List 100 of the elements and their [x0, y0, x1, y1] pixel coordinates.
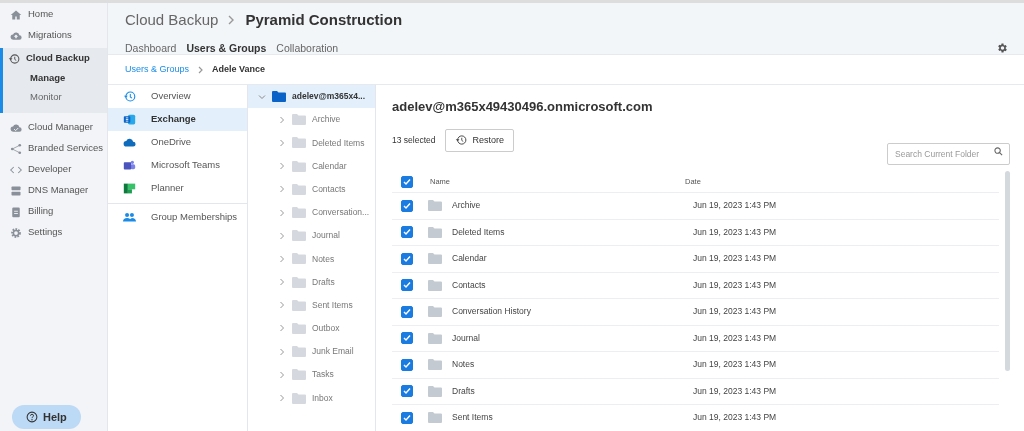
tree-item[interactable]: Inbox [248, 386, 375, 410]
chevron-icon [278, 370, 286, 379]
checkbox[interactable] [401, 252, 413, 265]
cloud-icon [123, 136, 136, 149]
sidebar-item[interactable]: Cloud Manager [3, 117, 107, 138]
tree-item[interactable]: Deleted Items [248, 131, 375, 155]
breadcrumb-link[interactable]: Users & Groups [125, 62, 190, 77]
chevron-icon [278, 347, 286, 356]
folder-icon [292, 114, 306, 126]
table-cell: Jun 19, 2023 1:43 PM [693, 332, 777, 343]
checkbox[interactable] [401, 358, 413, 371]
share-icon [10, 142, 22, 155]
folder-icon [428, 412, 442, 424]
settings-icon [10, 226, 22, 239]
folder-icon [292, 369, 306, 381]
table-cell: Jun 19, 2023 1:43 PM [693, 226, 777, 237]
tree-item[interactable]: Calendar [248, 154, 375, 178]
nav-tab[interactable]: Dashboard [125, 40, 177, 57]
sidebar-subitem[interactable]: Manage [3, 69, 107, 88]
folder-icon [292, 346, 306, 358]
folder-icon [292, 392, 306, 404]
board-app-icon [123, 182, 136, 195]
service-item[interactable]: Microsoft Teams [108, 154, 247, 177]
checkbox[interactable] [401, 175, 413, 188]
nav-tab[interactable]: Collaboration [276, 40, 339, 57]
folder-icon [428, 306, 442, 318]
folder-icon [292, 160, 306, 172]
tree-item[interactable]: Journal [248, 224, 375, 248]
sidebar-subitem[interactable]: Monitor [3, 88, 107, 107]
table-cell: Jun 19, 2023 1:43 PM [693, 253, 777, 264]
table-cell: Journal [452, 331, 480, 345]
tree-item[interactable]: Junk Email [248, 340, 375, 364]
chevron-icon [258, 92, 266, 101]
table-cell: Jun 19, 2023 1:43 PM [693, 279, 777, 290]
chevron-icon [278, 138, 286, 147]
sidebar-item[interactable]: Migrations [3, 25, 107, 46]
table-cell: Conversation History [452, 305, 531, 319]
service-item[interactable]: Group Memberships [108, 206, 247, 229]
history-icon [123, 90, 136, 103]
mail-app-icon [123, 113, 136, 126]
chevron-icon [278, 185, 286, 194]
sidebar-item[interactable]: Settings [3, 222, 107, 243]
folder-icon [292, 230, 306, 242]
help-icon [26, 410, 38, 423]
people-icon [123, 211, 136, 224]
folder-icon [428, 279, 442, 291]
search-field[interactable]: Search Current Folder [887, 143, 1010, 166]
checkbox[interactable] [401, 199, 413, 212]
search-icon [994, 147, 1003, 157]
mailbox-title: adelev@m365x49430496.onmicrosoft.com [392, 99, 654, 115]
chevron-icon [278, 301, 286, 310]
table-cell: Archive [452, 199, 481, 213]
checkbox[interactable] [401, 385, 413, 398]
table-cell: Calendar [452, 252, 487, 266]
tree-item[interactable]: Sent Items [248, 293, 375, 317]
tree-item[interactable]: Archive [248, 108, 375, 132]
sidebar-item[interactable]: Billing [3, 201, 107, 222]
tree-item[interactable]: Drafts [248, 270, 375, 294]
sidebar-item[interactable]: Home [3, 4, 107, 25]
sidebar-item[interactable]: Branded Services [3, 138, 107, 159]
folder-icon [292, 276, 306, 288]
chevron-icon [278, 115, 286, 124]
sidebar-item[interactable]: Developer [3, 159, 107, 180]
service-item[interactable]: Overview [108, 85, 247, 108]
chevron-icon [278, 394, 286, 403]
help-button[interactable]: Help [12, 404, 81, 429]
scrollbar[interactable] [1005, 171, 1010, 372]
service-item[interactable]: OneDrive [108, 131, 247, 154]
sidebar-item[interactable]: Cloud Backup [3, 48, 107, 69]
restore-button[interactable]: Restore [445, 128, 514, 153]
table-cell: Sent Items [452, 411, 493, 425]
checkbox[interactable] [401, 305, 413, 318]
checkbox[interactable] [401, 332, 413, 345]
checkbox[interactable] [401, 226, 413, 239]
table-cell: Drafts [452, 384, 475, 398]
chevron-icon [228, 15, 236, 26]
sidebar-item[interactable]: DNS Manager [3, 180, 107, 201]
table-cell: Jun 19, 2023 1:43 PM [693, 385, 777, 396]
tree-item[interactable]: Conversation... [248, 200, 375, 225]
table-cell: Jun 19, 2023 1:43 PM [693, 412, 777, 423]
table-cell: Deleted Items [452, 225, 505, 239]
chevron-icon [278, 162, 286, 171]
tree-item[interactable]: Outbox [248, 316, 375, 341]
folder-icon [428, 385, 442, 397]
section-title: Cloud Backup [125, 10, 219, 30]
service-item[interactable]: Planner [108, 177, 247, 200]
tree-item[interactable]: Tasks [248, 363, 375, 387]
service-item[interactable]: Exchange [108, 108, 247, 131]
folder-icon [292, 322, 306, 334]
checkbox[interactable] [401, 411, 413, 424]
settings-icon[interactable] [996, 42, 1008, 55]
folder-icon [428, 253, 442, 265]
tree-item[interactable]: Notes [248, 247, 375, 271]
tree-item[interactable]: Contacts [248, 177, 375, 201]
people-app-icon [123, 159, 136, 172]
tree-item[interactable]: adelev@m365x4... [248, 85, 375, 109]
chevron-icon [278, 254, 286, 263]
checkbox[interactable] [401, 279, 413, 292]
nav-tab[interactable]: Users & Groups [186, 40, 267, 57]
chevron-icon [278, 278, 286, 287]
